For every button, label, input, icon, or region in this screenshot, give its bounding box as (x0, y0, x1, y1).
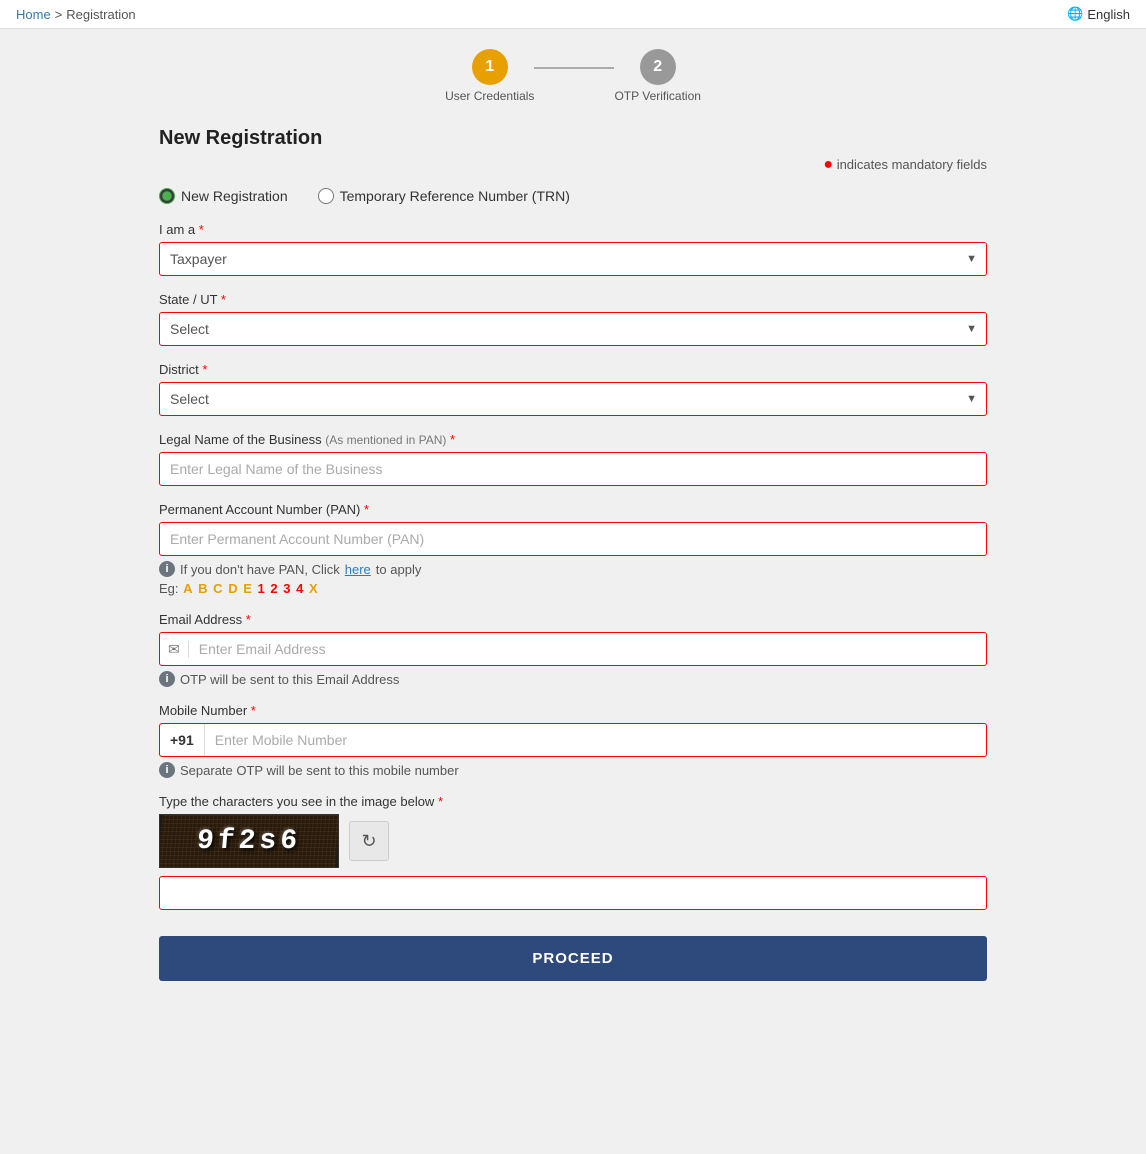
pan-info-row: i If you don't have PAN, Click here to a… (159, 561, 987, 577)
main-content: 1 User Credentials 2 OTP Verification Ne… (143, 29, 1003, 1021)
pan-input[interactable] (159, 522, 987, 556)
district-group: District * Select (159, 362, 987, 416)
radio-new-label: New Registration (181, 188, 288, 204)
captcha-row: 9f2s6 ↻ (159, 814, 987, 868)
home-link[interactable]: Home (16, 7, 51, 22)
captcha-section: Type the characters you see in the image… (159, 794, 987, 910)
i-am-a-group: I am a * Taxpayer (159, 222, 987, 276)
step1-circle: 1 (472, 49, 508, 85)
step-connector (534, 67, 614, 69)
state-label: State / UT * (159, 292, 987, 307)
pan-label: Permanent Account Number (PAN) * (159, 502, 987, 517)
pan-info-icon: i (159, 561, 175, 577)
radio-new-registration[interactable]: New Registration (159, 188, 288, 204)
email-info-row: i OTP will be sent to this Email Address (159, 671, 987, 687)
step2-label: OTP Verification (614, 89, 700, 103)
step-2: 2 OTP Verification (614, 49, 700, 103)
legal-name-input[interactable] (159, 452, 987, 486)
captcha-input[interactable] (159, 876, 987, 910)
radio-trn-label: Temporary Reference Number (TRN) (340, 188, 570, 204)
district-select-wrapper: Select (159, 382, 987, 416)
legal-name-label: Legal Name of the Business (As mentioned… (159, 432, 987, 447)
mandatory-dot: ● (823, 156, 833, 173)
mobile-info-icon: i (159, 762, 175, 778)
breadcrumb-separator: > (55, 7, 63, 22)
topbar: Home > Registration 🌐 English (0, 0, 1146, 29)
mobile-label: Mobile Number * (159, 703, 987, 718)
pan-num-4: 4 (296, 581, 303, 596)
district-label: District * (159, 362, 987, 377)
pan-info-suffix: to apply (376, 562, 422, 577)
step-1: 1 User Credentials (445, 49, 534, 103)
pan-eg-row: Eg: A B C D E 1 2 3 4 X (159, 581, 987, 596)
captcha-refresh-button[interactable]: ↻ (349, 821, 389, 861)
mobile-info-text: Separate OTP will be sent to this mobile… (180, 763, 459, 778)
pan-char-D: D (228, 581, 237, 596)
pan-num-1: 1 (258, 581, 265, 596)
email-info-icon: i (159, 671, 175, 687)
language-selector[interactable]: 🌐 English (1067, 6, 1130, 22)
email-input[interactable] (189, 633, 986, 665)
captcha-label: Type the characters you see in the image… (159, 794, 987, 809)
state-select[interactable]: Select (159, 312, 987, 346)
district-select[interactable]: Select (159, 382, 987, 416)
pan-here-link[interactable]: here (345, 562, 371, 577)
language-label: English (1087, 7, 1130, 22)
pan-info-text: If you don't have PAN, Click (180, 562, 340, 577)
state-select-wrapper: Select (159, 312, 987, 346)
mobile-info-row: i Separate OTP will be sent to this mobi… (159, 762, 987, 778)
pan-group: Permanent Account Number (PAN) * i If yo… (159, 502, 987, 596)
breadcrumb: Home > Registration (16, 7, 136, 22)
proceed-button[interactable]: PROCEED (159, 936, 987, 981)
radio-trn[interactable]: Temporary Reference Number (TRN) (318, 188, 570, 204)
pan-char-A: A (183, 581, 192, 596)
step2-circle: 2 (640, 49, 676, 85)
taxpayer-select[interactable]: Taxpayer (159, 242, 987, 276)
radio-new-input[interactable] (159, 188, 175, 204)
mobile-input-wrapper: +91 (159, 723, 987, 757)
i-am-a-label: I am a * (159, 222, 987, 237)
pan-char-E: E (243, 581, 252, 596)
pan-num-3: 3 (283, 581, 290, 596)
captcha-image: 9f2s6 (159, 814, 339, 868)
pan-char-B: B (198, 581, 207, 596)
mandatory-note: ● indicates mandatory fields (159, 156, 987, 174)
taxpayer-select-wrapper: Taxpayer (159, 242, 987, 276)
email-icon: ✉ (160, 641, 189, 658)
state-group: State / UT * Select (159, 292, 987, 346)
legal-name-sublabel: (As mentioned in PAN) (325, 433, 446, 447)
mobile-group: Mobile Number * +91 i Separate OTP will … (159, 703, 987, 778)
breadcrumb-current: Registration (66, 7, 135, 22)
email-group: Email Address * ✉ i OTP will be sent to … (159, 612, 987, 687)
pan-eg-label: Eg: (159, 581, 179, 596)
pan-char-C: C (213, 581, 222, 596)
email-input-wrapper: ✉ (159, 632, 987, 666)
legal-name-group: Legal Name of the Business (As mentioned… (159, 432, 987, 486)
captcha-text-display: 9f2s6 (159, 815, 339, 867)
pan-char-X: X (309, 581, 318, 596)
radio-trn-input[interactable] (318, 188, 334, 204)
page-title: New Registration (159, 127, 987, 150)
stepper: 1 User Credentials 2 OTP Verification (159, 49, 987, 103)
step1-label: User Credentials (445, 89, 534, 103)
pan-num-2: 2 (270, 581, 277, 596)
globe-icon: 🌐 (1067, 6, 1083, 22)
email-info-text: OTP will be sent to this Email Address (180, 672, 399, 687)
mobile-prefix: +91 (160, 724, 205, 756)
registration-type-group: New Registration Temporary Reference Num… (159, 188, 987, 204)
mobile-input[interactable] (205, 724, 986, 756)
email-label: Email Address * (159, 612, 987, 627)
